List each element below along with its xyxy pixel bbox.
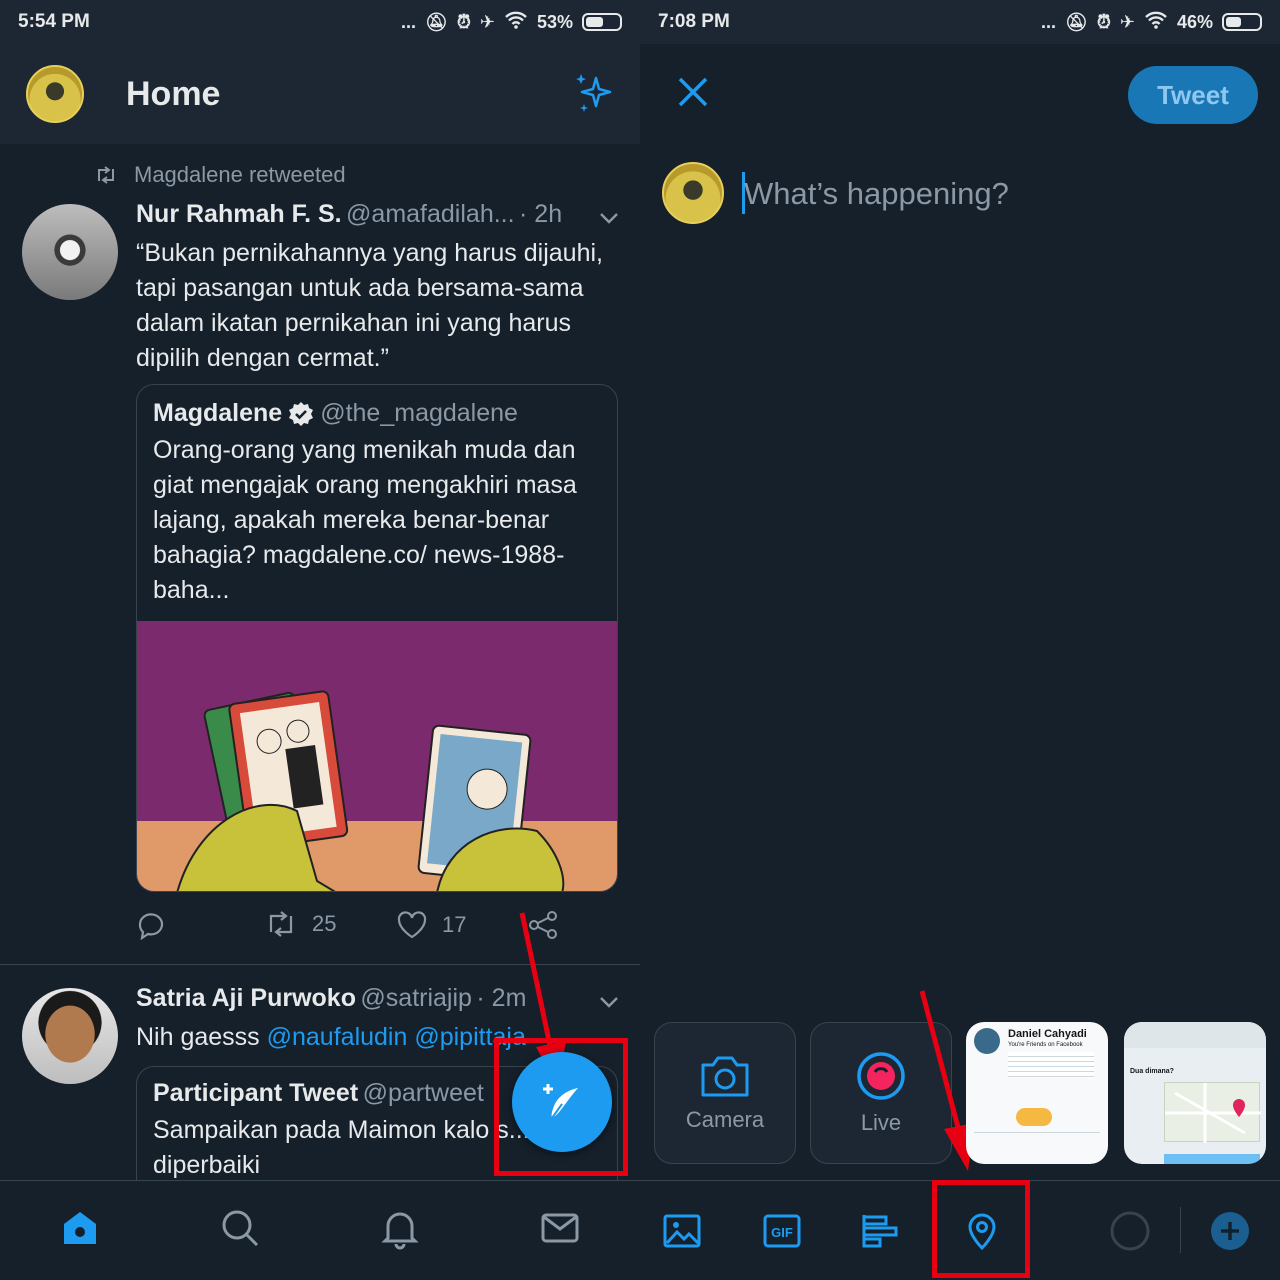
battery-icon [582, 13, 622, 31]
more-dots: ... [1040, 11, 1056, 32]
svg-text:GIF: GIF [771, 1225, 793, 1240]
compose-text-input[interactable]: What’s happening? [744, 176, 1009, 212]
profile-avatar [662, 162, 724, 224]
image-icon[interactable] [662, 1211, 702, 1256]
page-title: Home [126, 74, 221, 113]
home-icon[interactable] [58, 1206, 102, 1255]
sparkle-icon[interactable] [572, 72, 616, 121]
verified-badge-icon [289, 401, 314, 426]
search-icon[interactable] [218, 1206, 262, 1255]
mention-links[interactable]: @naufaludin @pipittaja [267, 1023, 526, 1051]
quoted-tweet-card[interactable]: Magdalene @the_magdalene Orang-orang yan… [136, 384, 618, 892]
recent-map-thumbnail[interactable]: Dua dimana? [1124, 1022, 1266, 1164]
tweet-time: · 2h [519, 200, 563, 228]
bottom-navigation [0, 1180, 640, 1280]
messages-envelope-icon[interactable] [538, 1206, 582, 1255]
toolbar-divider [1180, 1207, 1181, 1253]
battery-percent: 53% [536, 11, 573, 32]
battery-percent: 46% [1176, 11, 1213, 32]
retweet-icon [269, 911, 293, 937]
airplane-icon: ✈︎ [479, 11, 495, 32]
camera-label: Camera [685, 1107, 765, 1132]
chevron-down-icon[interactable] [598, 210, 620, 231]
quoted-author-name: Magdalene [153, 399, 283, 427]
airplane-icon: ✈︎ [1119, 11, 1135, 32]
reply-icon [138, 913, 164, 940]
status-bar: 7:08 PM ... 🔕︎ ⏰︎ ✈︎ 46% [640, 0, 1280, 44]
thumbnail-subtitle: You're Friends on Facebook [1008, 1042, 1083, 1048]
thumbnail-avatar [974, 1028, 1000, 1054]
mute-icon: 🔕︎ [1064, 11, 1088, 32]
status-time: 5:54 PM [18, 11, 90, 32]
wifi-icon [504, 11, 528, 34]
quoted-author-handle: @partweet [362, 1079, 484, 1107]
tweet-author-avatar[interactable] [22, 988, 118, 1084]
quoted-author-name: Participant Tweet [153, 1079, 359, 1107]
app-header: Home [0, 44, 640, 144]
thumbnail-title: Daniel Cahyadi [1008, 1028, 1087, 1040]
live-icon [857, 1052, 905, 1100]
alarm-icon: ⏰︎ [1096, 11, 1111, 32]
poll-icon[interactable] [860, 1211, 900, 1256]
like-count: 17 [442, 912, 467, 937]
reply-button[interactable] [136, 910, 166, 940]
more-dots: ... [400, 11, 416, 32]
status-time: 7:08 PM [658, 11, 730, 32]
retweeted-by-label: Magdalene retweeted [134, 162, 346, 187]
status-bar: 5:54 PM ... 🔕︎ ⏰︎ ✈︎ 53% [0, 0, 640, 44]
author-handle[interactable]: @amafadilah... [346, 200, 515, 228]
recent-photo-thumbnail[interactable]: Daniel Cahyadi You're Friends on Faceboo… [966, 1022, 1108, 1164]
quoted-tweet-image[interactable] [137, 621, 617, 891]
live-label: Live [860, 1110, 902, 1135]
tweet-header: Satria Aji Purwoko @satriajip · 2m [136, 984, 556, 1013]
tweet-author-avatar[interactable] [22, 204, 118, 300]
wifi-icon [1144, 11, 1168, 34]
retweet-button[interactable]: 25 [264, 910, 336, 938]
profile-avatar[interactable] [26, 65, 84, 123]
annotation-highlight-box [932, 1180, 1030, 1278]
notifications-bell-icon[interactable] [378, 1206, 422, 1255]
character-count-ring-icon [1108, 1209, 1152, 1258]
thumbnail-map-title: Dua dimana? [1130, 1068, 1174, 1075]
close-icon[interactable] [676, 75, 710, 114]
alarm-icon: ⏰︎ [456, 11, 471, 32]
like-button[interactable]: 17 [396, 910, 466, 940]
author-name[interactable]: Satria Aji Purwoko [136, 984, 356, 1012]
quoted-author-handle: @the_magdalene [320, 399, 518, 427]
battery-icon [1222, 13, 1262, 31]
retweet-icon [98, 166, 114, 184]
camera-icon [701, 1056, 749, 1097]
tweet-header: Nur Rahmah F. S. @amafadilah... · 2h [136, 200, 596, 229]
author-name[interactable]: Nur Rahmah F. S. [136, 200, 342, 228]
home-timeline-screen: 5:54 PM ... 🔕︎ ⏰︎ ✈︎ 53% Home Magdalene … [0, 0, 640, 1280]
tweet-submit-button[interactable]: Tweet [1128, 66, 1258, 124]
add-thread-icon[interactable] [1210, 1211, 1250, 1256]
heart-icon [397, 911, 427, 939]
gif-icon[interactable]: GIF [762, 1211, 802, 1256]
tweet-text: “Bukan pernikahannya yang harus dijauhi,… [136, 239, 603, 372]
chevron-down-icon[interactable] [598, 994, 620, 1015]
quoted-tweet-text: Orang-orang yang menikah muda dan giat m… [153, 436, 577, 604]
retweet-context: Magdalene retweeted [94, 162, 346, 188]
annotation-highlight-box [494, 1038, 628, 1176]
mute-icon: 🔕︎ [424, 11, 448, 32]
tweet-text-prefix: Nih gaesss [136, 1023, 267, 1051]
compose-tweet-screen: 7:08 PM ... 🔕︎ ⏰︎ ✈︎ 46% Tweet What’s ha… [640, 0, 1280, 1280]
retweet-count: 25 [312, 911, 337, 936]
author-handle[interactable]: @satriajip [360, 984, 472, 1012]
camera-tile[interactable]: Camera [654, 1022, 796, 1164]
